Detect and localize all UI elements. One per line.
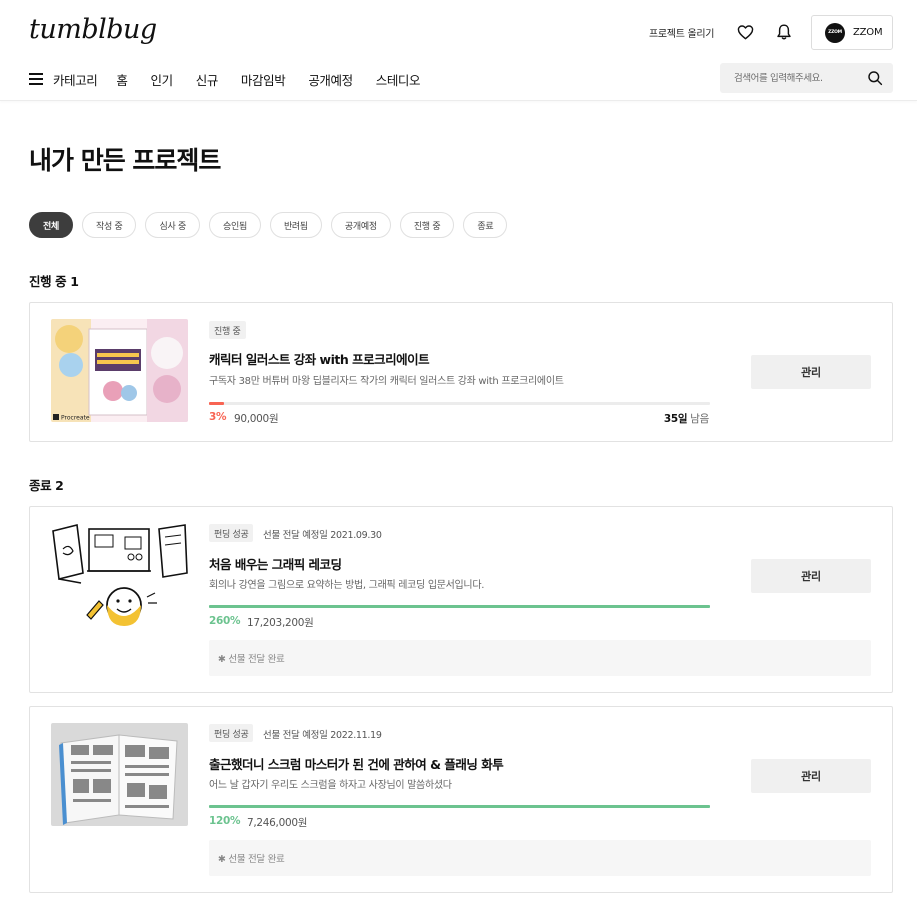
- project-description: 구독자 38만 버튜버 마왕 딥블리자드 작가의 캐릭터 일러스트 강좌 wit…: [209, 376, 564, 387]
- project-card: 펀딩 성공 선물 전달 예정일 2021.09.30 처음 배우는 그래픽 레코…: [29, 506, 893, 693]
- nav-steady[interactable]: 스테디오: [376, 70, 421, 89]
- project-description: 회의나 강연을 그림으로 요약하는 방법, 그래픽 레코딩 입문서입니다.: [209, 580, 485, 591]
- section-heading-ongoing: 진행 중 1: [29, 274, 79, 289]
- filter-writing[interactable]: 작성 중: [81, 212, 137, 238]
- graphic-recording-image: [51, 523, 188, 626]
- funding-progress-bar: [209, 605, 710, 608]
- profile-button[interactable]: ZZOM ZZOM: [811, 15, 893, 50]
- filter-ended[interactable]: 종료: [463, 212, 508, 238]
- heart-icon[interactable]: [737, 24, 754, 40]
- hamburger-menu-icon[interactable]: [29, 73, 43, 85]
- funding-percent: 3%: [209, 411, 227, 423]
- progress-fill: [209, 605, 710, 608]
- upload-project-link[interactable]: 프로젝트 올리기: [649, 25, 714, 40]
- nav-closing-soon[interactable]: 마감임박: [241, 70, 286, 89]
- funding-percent: 260%: [209, 615, 241, 627]
- project-description: 어느 날 갑자기 우리도 스크럼을 하자고 사장님이 말씀하셨다: [209, 780, 452, 791]
- nav-category[interactable]: 카테고리: [53, 70, 98, 89]
- illustration-book-image: Procreate: [51, 319, 188, 422]
- section-heading-ended: 종료 2: [29, 478, 64, 493]
- project-thumbnail[interactable]: [51, 523, 188, 626]
- project-card: Procreate 진행 중 캐릭터 일러스트 강좌 with 프로크리에이트 …: [29, 302, 893, 442]
- filter-all[interactable]: 전체: [29, 212, 73, 238]
- svg-text:Procreate: Procreate: [61, 415, 90, 422]
- scrum-book-image: [51, 723, 188, 826]
- bell-icon[interactable]: [776, 23, 792, 41]
- status-badge: 펀딩 성공: [209, 524, 254, 542]
- filter-ongoing[interactable]: 진행 중: [399, 212, 455, 238]
- search-icon[interactable]: [867, 70, 883, 86]
- days-remaining-number: 35일: [663, 413, 688, 425]
- progress-fill: [209, 805, 710, 808]
- search-box[interactable]: [720, 63, 893, 93]
- profile-name: ZZOM: [853, 27, 883, 38]
- project-thumbnail[interactable]: Procreate: [51, 319, 188, 422]
- filter-reviewing[interactable]: 심사 중: [145, 212, 200, 238]
- funding-progress-bar: [209, 402, 710, 405]
- status-badge: 진행 중: [209, 321, 246, 339]
- funding-amount: 7,246,000원: [247, 817, 308, 829]
- search-input[interactable]: [734, 72, 862, 84]
- manage-button[interactable]: 관리: [751, 759, 871, 793]
- avatar: ZZOM: [825, 22, 845, 43]
- filter-upcoming[interactable]: 공개예정: [330, 212, 391, 238]
- delivery-complete-notice: ✱ 선물 전달 완료: [209, 840, 871, 876]
- nav-upcoming[interactable]: 공개예정: [308, 70, 353, 89]
- delivery-date: 선물 전달 예정일 2022.11.19: [263, 730, 382, 741]
- project-card: 펀딩 성공 선물 전달 예정일 2022.11.19 출근했더니 스크럼 마스터…: [29, 706, 893, 893]
- funding-amount: 90,000원: [234, 413, 279, 425]
- days-remaining: 35일 남음: [664, 411, 709, 426]
- filter-rejected[interactable]: 반려됨: [269, 212, 322, 238]
- project-title[interactable]: 캐릭터 일러스트 강좌 with 프로크리에이트: [209, 349, 430, 368]
- manage-button[interactable]: 관리: [751, 355, 871, 389]
- status-filter-group: 전체 작성 중 심사 중 승인됨 반려됨 공개예정 진행 중 종료: [29, 212, 508, 238]
- nav-new[interactable]: 신규: [196, 70, 219, 89]
- main-nav: 카테고리 홈 인기 신규 마감임박 공개예정 스테디오: [29, 70, 421, 89]
- funding-percent: 120%: [209, 815, 241, 827]
- project-thumbnail[interactable]: [51, 723, 188, 826]
- filter-approved[interactable]: 승인됨: [209, 212, 261, 238]
- manage-button[interactable]: 관리: [751, 559, 871, 593]
- funding-amount: 17,203,200원: [247, 617, 314, 629]
- project-title[interactable]: 출근했더니 스크럼 마스터가 된 건에 관하여 & 플래닝 화투: [209, 754, 504, 773]
- funding-progress-bar: [209, 805, 710, 808]
- progress-fill: [209, 402, 225, 405]
- project-title[interactable]: 처음 배우는 그래픽 레코딩: [209, 554, 342, 573]
- days-remaining-suffix: 남음: [690, 413, 709, 425]
- tumblbug-logo[interactable]: tumblbug: [29, 14, 157, 45]
- header: tumblbug 프로젝트 올리기 ZZOM ZZOM 카테고리 홈 인기 신규…: [0, 0, 917, 101]
- delivery-complete-notice: ✱ 선물 전달 완료: [209, 640, 871, 676]
- nav-popular[interactable]: 인기: [151, 70, 174, 89]
- delivery-date: 선물 전달 예정일 2021.09.30: [263, 530, 382, 541]
- nav-home[interactable]: 홈: [116, 70, 128, 89]
- page-title: 내가 만든 프로젝트: [29, 146, 221, 175]
- status-badge: 펀딩 성공: [209, 724, 254, 742]
